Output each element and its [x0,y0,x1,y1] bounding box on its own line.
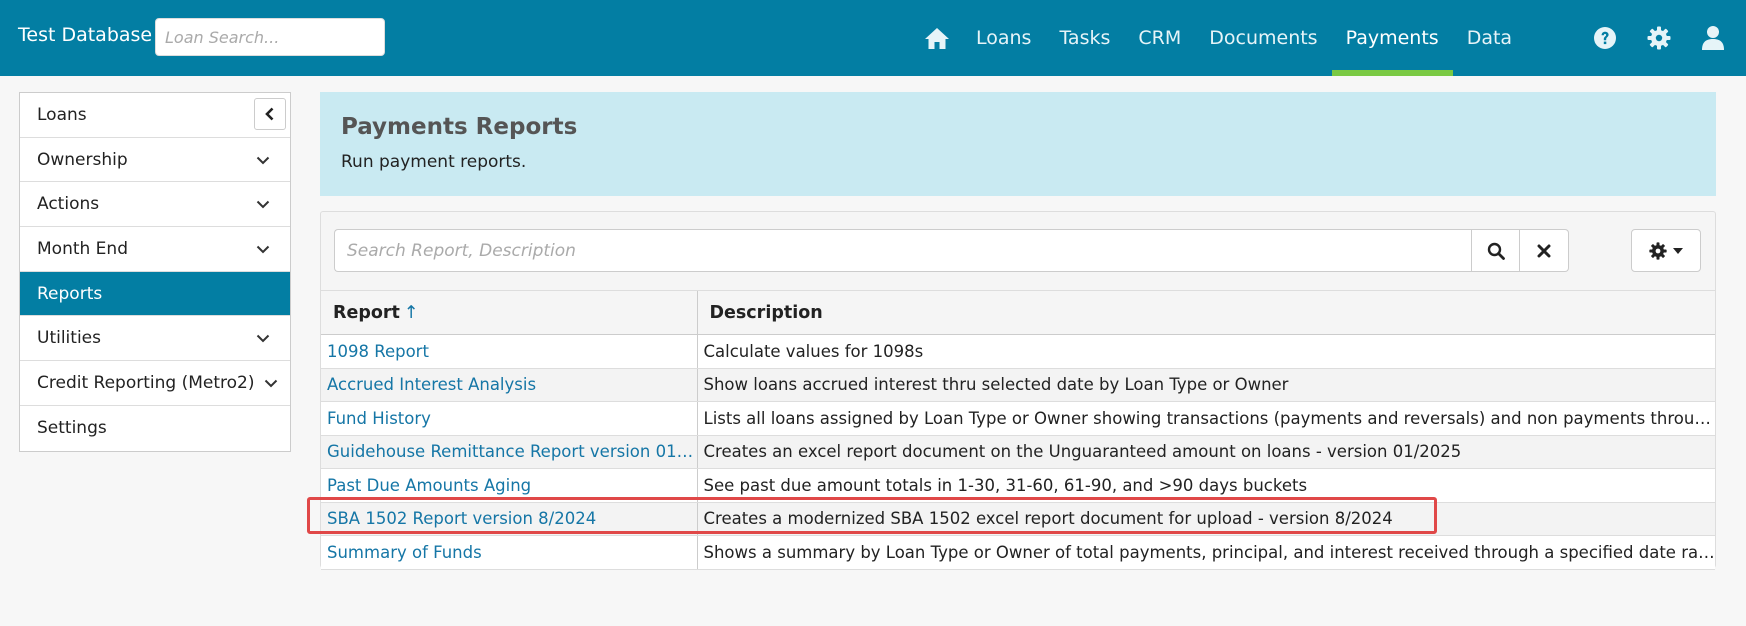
sidebar-item-settings[interactable]: Settings [20,406,290,451]
table-header-row: Report ↑ Description [321,290,1715,335]
report-link[interactable]: 1098 Report [321,334,697,369]
nav-loans[interactable]: Loans [962,0,1045,76]
page-title: Payments Reports [341,114,578,140]
nav-tasks[interactable]: Tasks [1045,0,1124,76]
sidebar-item-label: Utilities [37,328,101,349]
collapse-sidebar-button[interactable] [254,98,286,130]
nav-home[interactable] [918,0,962,76]
search-icon [1487,242,1505,260]
close-icon [1537,244,1551,257]
table-row[interactable]: SBA 1502 Report version 8/2024 Creates a… [321,502,1715,536]
chevron-left-icon [265,107,274,121]
table-row[interactable]: Accrued Interest Analysis Show loans acc… [321,368,1715,402]
report-description: Show loans accrued interest thru selecte… [696,368,1715,402]
sidebar-item-label: Credit Reporting (Metro2) [37,372,255,393]
nav-documents[interactable]: Documents [1195,0,1331,76]
column-header-description[interactable]: Description [696,290,1715,335]
clear-search-button[interactable] [1520,229,1569,272]
report-link[interactable]: SBA 1502 Report version 8/2024 [321,502,697,536]
column-label: Report [333,302,400,323]
sidebar-item-credit-reporting[interactable]: Credit Reporting (Metro2) [20,361,290,406]
reports-table: Report ↑ Description 1098 Report Calculat… [321,290,1715,570]
report-description: Lists all loans assigned by Loan Type or… [696,401,1715,436]
report-search-input[interactable] [334,229,1471,272]
table-row[interactable]: Fund History Lists all loans assigned by… [321,401,1715,436]
table-row[interactable]: 1098 Report Calculate values for 1098s [321,334,1715,369]
report-link[interactable]: Summary of Funds [321,535,697,570]
sidebar-item-label: Month End [37,238,128,259]
reports-panel: Report↑ Description 1098 Report Calculat… [320,211,1716,570]
report-link[interactable]: Accrued Interest Analysis [321,368,697,402]
loan-search-input[interactable] [155,18,385,56]
gear-icon [1649,241,1667,260]
column-header-report[interactable]: Report ↑ [321,290,697,335]
chevron-down-icon [256,156,270,164]
sidebar-item-label: Ownership [37,149,128,170]
user-icon[interactable] [1700,25,1726,51]
report-description: Creates an excel report document on the … [696,435,1715,469]
sidebar-item-reports[interactable]: Reports [20,271,290,317]
report-settings-dropdown[interactable] [1631,229,1701,272]
sidebar-item-utilities[interactable]: Utilities [20,316,290,362]
report-description: Calculate values for 1098s [696,334,1715,369]
sidebar-item-label: Actions [37,194,100,215]
page-header: Payments Reports Run payment reports. [320,92,1716,196]
table-row[interactable]: Summary of Funds Shows a summary by Loan… [321,535,1715,570]
chevron-down-icon [256,245,270,254]
sidebar-item-ownership[interactable]: Ownership [20,138,290,183]
sidebar-item-loans[interactable]: Loans [20,93,290,138]
report-description: Shows a summary by Loan Type or Owner of… [696,535,1715,570]
table-row[interactable]: Past Due Amounts Aging See past due amou… [321,468,1715,503]
report-search-group [334,229,1569,272]
chevron-down-icon [256,201,270,209]
nav-crm[interactable]: CRM [1124,0,1195,76]
top-navbar: Test Database Loans Tasks CRM Documents … [0,0,1746,76]
report-link[interactable]: Fund History [321,401,697,436]
sidebar-item-actions[interactable]: Actions [20,182,290,228]
sort-ascending-icon: ↑ [403,302,419,323]
sidebar-item-month-end[interactable]: Month End [20,227,290,272]
nav-payments[interactable]: Payments [1331,0,1453,76]
report-link[interactable]: Guidehouse Remittance Report version 01/… [321,435,697,469]
chevron-down-icon [264,379,278,388]
chevron-down-icon [256,335,270,343]
sidebar: Loans Ownership Actions Month End Report… [19,92,291,452]
sidebar-item-label: Loans [37,104,87,125]
main-nav: Loans Tasks CRM Documents Payments Data [918,0,1526,76]
report-description: Creates a modernized SBA 1502 excel repo… [696,502,1715,536]
table-row[interactable]: Guidehouse Remittance Report version 01/… [321,435,1715,469]
nav-data[interactable]: Data [1453,0,1526,76]
report-link[interactable]: Past Due Amounts Aging [321,468,697,503]
sidebar-item-label: Settings [37,418,107,439]
report-description: See past due amount totals in 1-30, 31-6… [696,468,1715,503]
search-button[interactable] [1471,229,1520,272]
page-subtitle: Run payment reports. [341,152,527,172]
top-icon-group [1592,0,1726,76]
sidebar-item-label: Reports [37,283,103,304]
help-icon[interactable] [1592,25,1618,51]
gear-icon[interactable] [1646,25,1672,51]
home-icon [925,28,949,49]
caret-down-icon [1673,247,1683,254]
brand-name[interactable]: Test Database [18,24,152,46]
